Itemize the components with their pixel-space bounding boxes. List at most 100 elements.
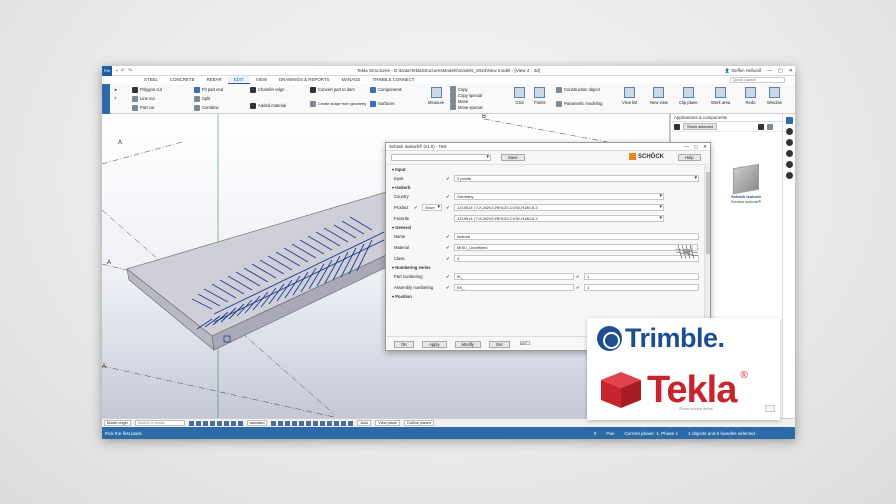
product-mode-select[interactable]: Short xyxy=(422,204,442,211)
combine-button[interactable]: Combine xyxy=(194,104,223,111)
snap-icon[interactable] xyxy=(278,420,284,426)
clip-plane-button[interactable]: Clip plane xyxy=(679,87,698,105)
assembly-start-checkbox[interactable]: ✔ xyxy=(576,285,581,290)
select-arrow-icon[interactable]: ➤ xyxy=(114,86,118,93)
get-button[interactable]: Get xyxy=(488,340,510,348)
section-isokorb[interactable]: Isokorb xyxy=(386,184,704,191)
material-checkbox[interactable]: ✔ xyxy=(446,245,451,250)
tab-trimble-connect[interactable]: TRIMBLE CONNECT xyxy=(366,76,420,84)
list-view-icon[interactable] xyxy=(758,123,765,130)
filter-icon[interactable] xyxy=(188,420,194,426)
section-position[interactable]: Position xyxy=(386,293,704,300)
assembly-numbering-start[interactable]: 1 xyxy=(584,284,699,291)
input-checkbox[interactable]: ✔ xyxy=(446,176,451,181)
line-cut-button[interactable]: Line cut xyxy=(132,95,162,102)
name-checkbox[interactable]: ✔ xyxy=(446,234,451,239)
show-hidden-items-label[interactable]: Show hidden items xyxy=(679,406,713,411)
maximize-icon[interactable]: ▢ xyxy=(778,68,783,74)
input-select[interactable]: 2 points xyxy=(454,175,699,182)
parametric-modeling-button[interactable]: Parametric modeling xyxy=(556,100,602,107)
create-shape-button[interactable]: Create shape from geometry xyxy=(310,100,366,107)
minimize-icon[interactable]: — xyxy=(767,68,772,74)
tab-concrete[interactable]: CONCRETE xyxy=(164,76,201,84)
properties-icon[interactable] xyxy=(785,128,793,135)
view-plane-select[interactable]: View plane xyxy=(375,420,400,426)
tab-drawings-reports[interactable]: DRAWINGS & REPORTS xyxy=(273,76,336,84)
filter-icon[interactable] xyxy=(216,420,222,426)
filter-icon[interactable] xyxy=(202,420,208,426)
gear-icon[interactable] xyxy=(785,161,793,168)
user-name[interactable]: 👤 Steffen Heßwolf xyxy=(725,68,761,74)
part-cut-button[interactable]: Part cut xyxy=(132,104,162,111)
dialog-maximize-icon[interactable]: ▢ xyxy=(694,144,698,150)
work-area-button[interactable]: Work area xyxy=(711,87,730,105)
dialog-scrollbar[interactable] xyxy=(704,166,710,336)
auto-select[interactable]: Auto xyxy=(357,420,372,426)
view-list-button[interactable]: View list xyxy=(622,87,637,105)
snap-icon[interactable] xyxy=(285,420,291,426)
tab-edit[interactable]: EDIT xyxy=(227,76,250,84)
filter-icon[interactable] xyxy=(209,420,215,426)
layers-icon[interactable] xyxy=(785,172,793,179)
phase-status[interactable]: Current phase: 1, Phase 1 xyxy=(624,431,678,436)
snap-icon[interactable] xyxy=(348,420,354,426)
snap-icon[interactable] xyxy=(341,420,347,426)
part-numbering-prefix[interactable]: IK_ xyxy=(454,273,574,280)
save-button[interactable]: Save xyxy=(501,154,525,161)
part-start-checkbox[interactable]: ✔ xyxy=(576,274,581,279)
file-menu-button[interactable]: File xyxy=(102,66,112,76)
tab-view[interactable]: VIEW xyxy=(250,76,273,84)
components-button[interactable]: Components xyxy=(370,86,402,93)
points-button[interactable]: Points xyxy=(534,87,546,105)
ok-button[interactable]: OK xyxy=(394,340,415,348)
favorite-select[interactable]: 1219514 | T-K-M2V2-REI120-CV30-H180-6.2 xyxy=(454,215,664,222)
section-general[interactable]: General xyxy=(386,224,704,231)
grid-button[interactable]: Grid xyxy=(514,87,525,105)
toggle-all-checkboxes-icon[interactable]: ☑/☐ xyxy=(520,341,530,347)
new-view-button[interactable]: New view xyxy=(650,87,668,105)
part-numbering-checkbox[interactable]: ✔ xyxy=(446,274,451,279)
show-selected-button[interactable]: Show selected xyxy=(683,123,718,130)
save-icon[interactable]: ▪ xyxy=(116,68,118,74)
chamfer-edge-button[interactable]: Chamfer edge xyxy=(250,86,286,93)
dialog-scroll-thumb[interactable] xyxy=(706,172,710,254)
outline-planes-select[interactable]: Outline planes xyxy=(403,420,435,426)
show-hidden-toggle[interactable] xyxy=(765,405,775,412)
window-button[interactable]: Window xyxy=(767,87,782,105)
tab-rebar[interactable]: REBAR xyxy=(201,76,228,84)
help-cursor-icon[interactable]: ? xyxy=(114,95,118,102)
polygon-cut-button[interactable]: Polygon cut xyxy=(132,86,162,93)
added-material-button[interactable]: Added material xyxy=(250,102,286,109)
dialog-close-icon[interactable]: ✕ xyxy=(703,144,707,150)
class-field[interactable]: 4 xyxy=(454,255,699,262)
help-button[interactable]: Help xyxy=(678,154,701,161)
split-button[interactable]: Split xyxy=(194,95,223,102)
search-in-model-input[interactable]: Search in model xyxy=(134,420,185,426)
undo-icon[interactable]: ↶ xyxy=(121,68,125,74)
modify-button[interactable]: Modify xyxy=(454,340,481,348)
close-icon[interactable]: ✕ xyxy=(789,68,793,74)
snap-icon[interactable] xyxy=(306,420,312,426)
filter-icon[interactable] xyxy=(195,420,201,426)
construction-object-button[interactable]: Construction object xyxy=(556,86,602,93)
product-checkbox[interactable]: ✔ xyxy=(446,205,451,210)
preset-dropdown[interactable] xyxy=(391,154,491,161)
filter-icon[interactable] xyxy=(237,420,243,426)
applications-icon[interactable] xyxy=(785,117,793,124)
fit-part-end-button[interactable]: Fit part end xyxy=(194,86,223,93)
snap-icon[interactable] xyxy=(334,420,340,426)
convert-part-button[interactable]: Convert part to item xyxy=(310,86,366,93)
settings-icon[interactable] xyxy=(785,139,793,146)
class-checkbox[interactable]: ✔ xyxy=(446,256,451,261)
redo-button[interactable]: Redo xyxy=(745,87,756,105)
snap-icon[interactable] xyxy=(320,420,326,426)
tab-steel[interactable]: STEEL xyxy=(138,76,164,84)
quick-launch-input[interactable]: Quick Launch xyxy=(730,77,785,83)
filter-icon[interactable] xyxy=(223,420,229,426)
standard-select[interactable]: standard xyxy=(246,420,268,426)
component-item-schock-isokorb[interactable]: Schöck Isokorb Schöck Isokorb® xyxy=(726,163,766,204)
material-field[interactable]: MISC_Undefined xyxy=(454,244,691,251)
panel-close-icon[interactable] xyxy=(767,123,774,130)
cloud-icon[interactable] xyxy=(785,150,793,157)
section-input[interactable]: Input xyxy=(386,166,704,173)
